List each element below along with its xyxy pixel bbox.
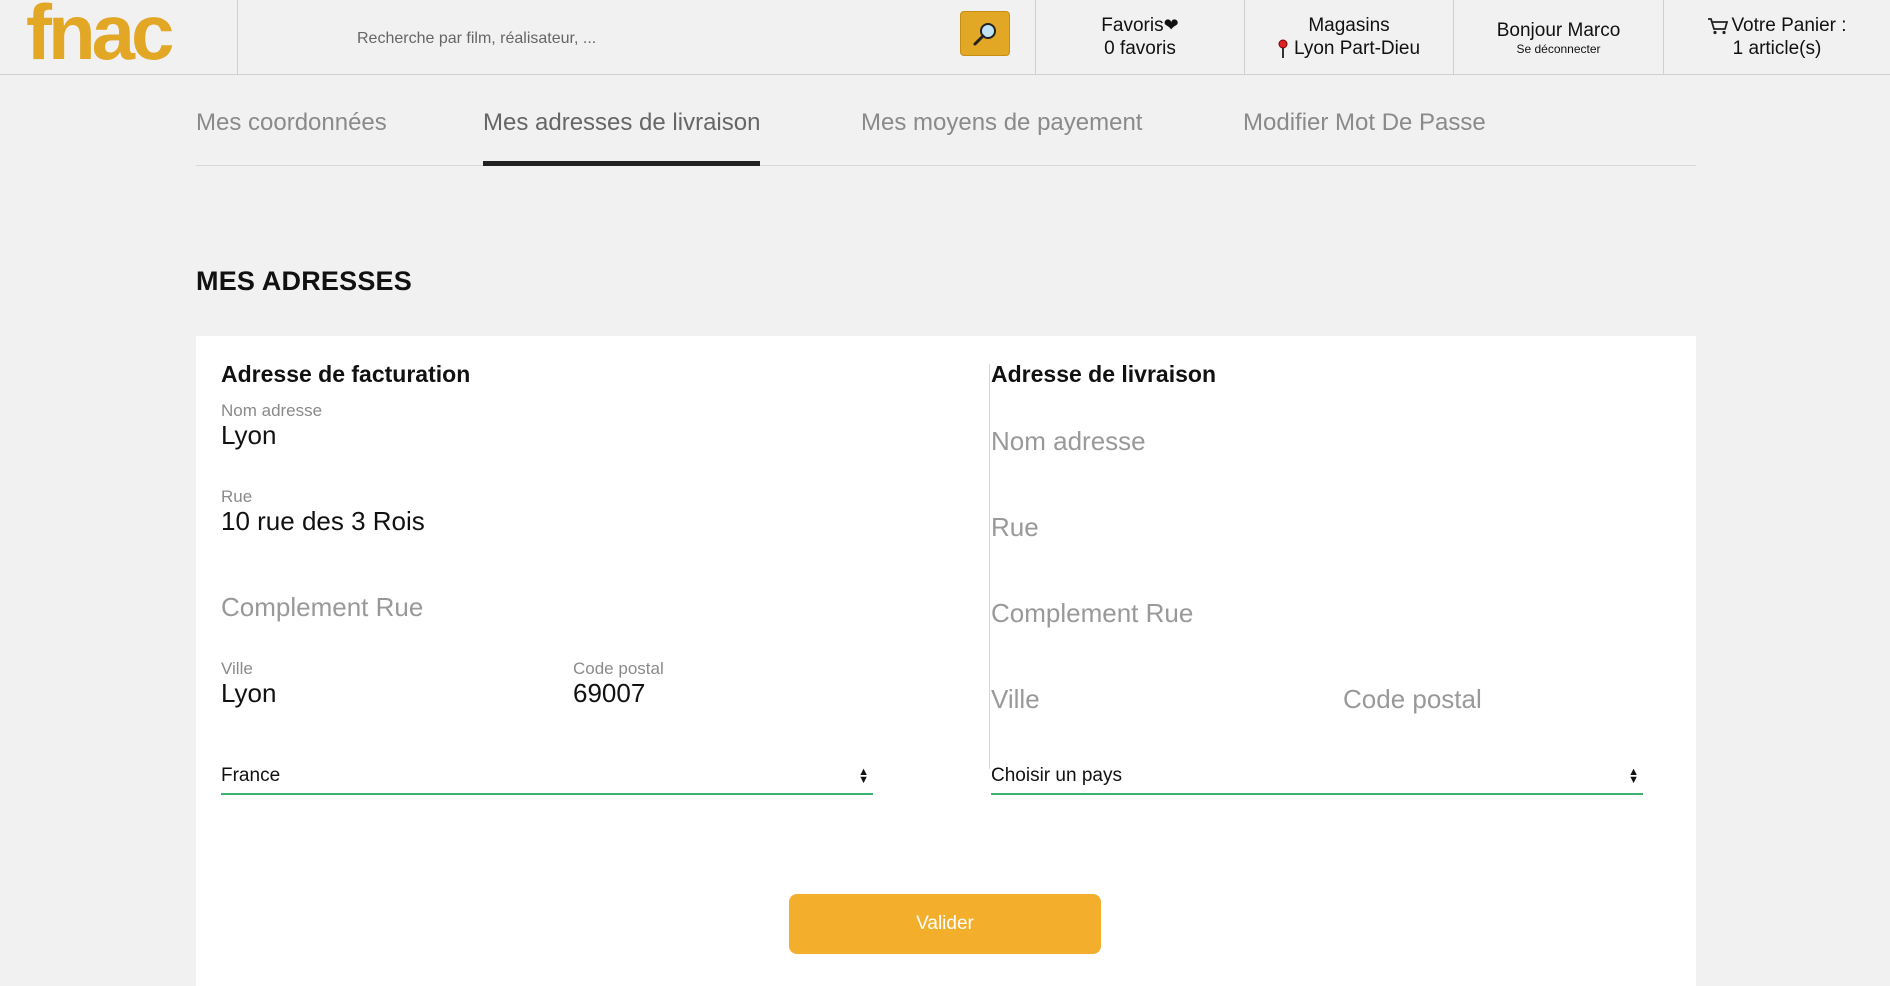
stores-link[interactable]: Magasins Lyon Part-Dieu xyxy=(1245,0,1453,74)
shipping-title: Adresse de livraison xyxy=(991,361,1216,387)
store-name: Lyon Part-Dieu xyxy=(1293,38,1421,59)
billing-street-label: Rue xyxy=(221,487,253,506)
cart-title: Votre Panier : xyxy=(1731,15,1847,36)
shipping-complement-input[interactable] xyxy=(991,598,1311,629)
tab-adresses-livraison[interactable]: Mes adresses de livraison xyxy=(483,109,761,166)
billing-street-input[interactable] xyxy=(221,506,541,537)
map-pin-icon xyxy=(1278,39,1288,58)
search-button[interactable] xyxy=(960,11,1010,56)
heart-icon: ❤ xyxy=(1163,15,1179,35)
search-icon xyxy=(973,22,996,45)
cart-icon xyxy=(1708,17,1729,34)
shipping-country-value: Choisir un pays xyxy=(991,765,1122,786)
shipping-country-select[interactable]: Choisir un pays ▲ ▼ xyxy=(991,759,1643,795)
favorites-title: Favoris xyxy=(1101,15,1164,36)
search-input[interactable] xyxy=(357,24,937,54)
page-title: MES ADRESSES xyxy=(196,266,412,296)
tab-modifier-mot-de-passe[interactable]: Modifier Mot De Passe xyxy=(1243,109,1486,166)
logout-link[interactable]: Se déconnecter xyxy=(1516,42,1600,56)
shipping-street-input[interactable] xyxy=(991,512,1311,543)
favorites-link[interactable]: Favoris❤ 0 favoris xyxy=(1036,0,1244,74)
billing-city-label: Ville xyxy=(221,659,253,678)
stores-title: Magasins xyxy=(1308,15,1390,36)
billing-country-value: France xyxy=(221,765,281,786)
top-header: fnac Favoris❤ 0 favoris Magasins Lyon Pa… xyxy=(0,0,1890,75)
select-arrows-icon: ▲ ▼ xyxy=(1628,766,1639,786)
divider xyxy=(237,0,238,74)
cart-count: 1 article(s) xyxy=(1732,38,1822,59)
column-divider xyxy=(989,364,990,769)
addresses-card: Adresse de facturation Nom adresse Rue V… xyxy=(196,336,1696,986)
billing-title: Adresse de facturation xyxy=(221,361,471,387)
billing-zip-label: Code postal xyxy=(573,659,664,678)
favorites-count: 0 favoris xyxy=(1104,38,1176,59)
billing-complement-input[interactable] xyxy=(221,592,541,623)
shipping-name-input[interactable] xyxy=(991,426,1311,457)
shipping-city-input[interactable] xyxy=(991,684,1291,715)
account-block: Bonjour Marco Se déconnecter xyxy=(1454,0,1663,74)
tab-moyens-payement[interactable]: Mes moyens de payement xyxy=(861,109,1142,166)
fnac-logo[interactable]: fnac xyxy=(26,0,174,71)
tab-coordonnees[interactable]: Mes coordonnées xyxy=(196,109,387,166)
shipping-zip-input[interactable] xyxy=(1343,684,1623,715)
user-greeting[interactable]: Bonjour Marco xyxy=(1497,19,1621,42)
billing-city-input[interactable] xyxy=(221,678,521,709)
cart-link[interactable]: Votre Panier : 1 article(s) xyxy=(1664,0,1890,74)
account-tabs: Mes coordonnées Mes adresses de livraiso… xyxy=(196,95,1696,166)
select-arrows-icon: ▲ ▼ xyxy=(858,766,869,786)
billing-name-label: Nom adresse xyxy=(221,401,323,420)
billing-country-select[interactable]: France ▲ ▼ xyxy=(221,759,873,795)
submit-button[interactable]: Valider xyxy=(789,894,1101,954)
billing-zip-input[interactable] xyxy=(573,678,853,709)
billing-name-input[interactable] xyxy=(221,420,541,451)
